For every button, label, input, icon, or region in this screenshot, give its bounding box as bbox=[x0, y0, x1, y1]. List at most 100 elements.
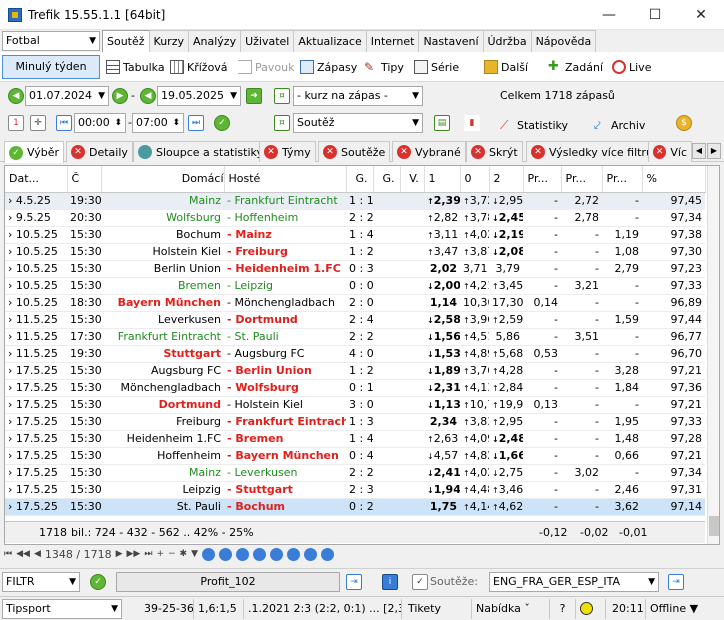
grid-vertical-scrollbar[interactable] bbox=[707, 166, 719, 544]
table-row[interactable]: › 17.5.25 15:30 St. Pauli - Bochum 0 : 2 1,75… bbox=[5, 498, 705, 516]
live-button[interactable]: Live bbox=[612, 57, 651, 77]
scrollbar-thumb[interactable] bbox=[709, 516, 719, 536]
row-expand-icon[interactable]: › bbox=[8, 381, 12, 394]
globe-icon[interactable] bbox=[304, 547, 317, 561]
table-row[interactable]: › 17.5.25 15:30 Dortmund - Holstein Kiel 3 :… bbox=[5, 396, 705, 414]
next-record-icon[interactable]: ▶ bbox=[116, 549, 123, 559]
filter-select[interactable]: FILTR ▼ bbox=[2, 572, 80, 592]
row-expand-icon[interactable]: › bbox=[8, 262, 12, 275]
odds-icon[interactable]: ¤ bbox=[274, 88, 290, 104]
col-goals[interactable]: G. bbox=[346, 166, 374, 193]
more-button[interactable]: Další bbox=[484, 57, 528, 77]
bracket-button[interactable]: Pavouk bbox=[238, 57, 294, 77]
tab-skryt[interactable]: ✕ Skrýt bbox=[466, 141, 523, 162]
last-record-icon[interactable]: ⏭ bbox=[144, 549, 152, 559]
competition-select[interactable]: Soutěž ▼ bbox=[293, 113, 423, 133]
competitions-load-icon[interactable]: ⇥ bbox=[668, 574, 684, 590]
add-record-icon[interactable]: + bbox=[156, 549, 164, 559]
tab-vice[interactable]: ✕ Víc bbox=[648, 141, 692, 162]
row-expand-icon[interactable]: › bbox=[8, 500, 12, 513]
checklist-icon[interactable] bbox=[287, 547, 300, 561]
move-icon[interactable] bbox=[219, 547, 232, 561]
calculator-icon[interactable] bbox=[270, 547, 283, 561]
close-button[interactable]: ✕ bbox=[678, 0, 724, 30]
row-expand-icon[interactable]: › bbox=[8, 364, 12, 377]
date-to-prev-button[interactable]: ◀ bbox=[140, 88, 156, 104]
table-row[interactable]: › 11.5.25 15:30 Leverkusen - Dortmund 2 : 4 ↓… bbox=[5, 311, 705, 329]
crosshair-icon[interactable]: ✛ bbox=[30, 115, 46, 131]
row-expand-icon[interactable]: › bbox=[8, 449, 12, 462]
help-icon[interactable] bbox=[321, 547, 334, 561]
skip-back-icon[interactable]: ⏮ bbox=[56, 115, 72, 131]
col-v[interactable]: V. bbox=[400, 166, 425, 193]
row-expand-icon[interactable]: › bbox=[8, 347, 12, 360]
date-to-field[interactable]: 19.05.2025 ▼ bbox=[157, 86, 241, 106]
first-record-icon[interactable]: ⏮ bbox=[4, 549, 12, 559]
tab-uzivatel[interactable]: Uživatel bbox=[240, 30, 295, 52]
table-row[interactable]: › 17.5.25 15:30 Leipzig - Stuttgart 2 : 3 ↓1,… bbox=[5, 481, 705, 499]
tabs-scroll-left[interactable]: ◀ bbox=[692, 143, 706, 159]
row-expand-icon[interactable]: › bbox=[8, 279, 12, 292]
bar-chart-icon[interactable]: ▮ bbox=[464, 115, 480, 131]
help-button[interactable]: ? bbox=[550, 599, 576, 619]
tab-souteze[interactable]: ✕ Soutěže bbox=[318, 141, 391, 162]
col-home[interactable]: Domácí bbox=[101, 166, 225, 193]
profile-load-icon[interactable]: ⇥ bbox=[346, 574, 362, 590]
competitions-select[interactable]: ENG_FRA_GER_ESP_ITA ▼ bbox=[489, 572, 659, 592]
confirm-time-icon[interactable]: ✓ bbox=[214, 115, 230, 131]
tips-button[interactable]: ✎ Tipy bbox=[364, 57, 404, 77]
minimize-button[interactable]: — bbox=[586, 0, 632, 30]
tab-tymy[interactable]: ✕ Týmy bbox=[259, 141, 316, 162]
date-from-field[interactable]: 01.07.2024 ▼ bbox=[25, 86, 109, 106]
profile-field[interactable]: Profit_102 bbox=[116, 572, 340, 592]
tab-vybrane[interactable]: ✕ Vybrané bbox=[392, 141, 466, 162]
col-number[interactable]: Č bbox=[67, 166, 102, 193]
table-row[interactable]: › 10.5.25 15:30 Berlin Union - Heidenheim 1… bbox=[5, 260, 705, 278]
table-button[interactable]: Tabulka bbox=[106, 57, 165, 77]
tab-kurzy[interactable]: Kurzy bbox=[148, 30, 189, 52]
row-expand-icon[interactable]: › bbox=[8, 398, 12, 411]
entry-button[interactable]: ✚ Zadání bbox=[548, 57, 603, 77]
row-expand-icon[interactable]: › bbox=[8, 483, 12, 496]
table-row[interactable]: › 10.5.25 18:30 Bayern München - Mönchengla… bbox=[5, 294, 705, 312]
table-row[interactable]: › 9.5.25 20:30 Wolfsburg - Hoffenheim 2 : 2 ↑… bbox=[5, 209, 705, 227]
table-row[interactable]: › 17.5.25 15:30 Augsburg FC - Berlin Union 1… bbox=[5, 362, 705, 380]
maximize-button[interactable]: ☐ bbox=[632, 0, 678, 30]
odds-filter-select[interactable]: - kurz na zápas - ▼ bbox=[293, 86, 423, 106]
row-expand-icon[interactable]: › bbox=[8, 415, 12, 428]
col-away[interactable]: Hosté bbox=[224, 166, 347, 193]
col-odds-2[interactable]: 2 bbox=[489, 166, 524, 193]
next-page-icon[interactable]: ▶▶ bbox=[126, 549, 140, 559]
table-row[interactable]: › 10.5.25 15:30 Holstein Kiel - Freiburg 1 :… bbox=[5, 243, 705, 261]
tab-udrzba[interactable]: Údržba bbox=[482, 30, 532, 52]
table-row[interactable]: › 10.5.25 15:30 Bremen - Leipzig 0 : 0 ↓2,00 ↑… bbox=[5, 277, 705, 295]
row-expand-icon[interactable]: › bbox=[8, 432, 12, 445]
tabs-scroll-right[interactable]: ▶ bbox=[707, 143, 721, 159]
row-expand-icon[interactable]: › bbox=[8, 330, 12, 343]
table-row[interactable]: › 11.5.25 19:30 Stuttgart - Augsburg FC 4 : … bbox=[5, 345, 705, 363]
row-expand-icon[interactable]: › bbox=[8, 245, 12, 258]
tab-aktualizace[interactable]: Aktualizace bbox=[293, 30, 367, 52]
row-expand-icon[interactable]: › bbox=[8, 228, 12, 241]
tab-analyzy[interactable]: Analýzy bbox=[188, 30, 242, 52]
table-row[interactable]: › 11.5.25 17:30 Frankfurt Eintracht - St. P… bbox=[5, 328, 705, 346]
settings-icon[interactable] bbox=[253, 547, 266, 561]
date-prev-button[interactable]: ◀ bbox=[8, 88, 24, 104]
prev-page-icon[interactable]: ◀◀ bbox=[16, 549, 30, 559]
col-odds-1[interactable]: 1 bbox=[424, 166, 461, 193]
date-next-button[interactable]: ▶ bbox=[112, 88, 128, 104]
tab-vyber[interactable]: ✓ Výběr bbox=[4, 141, 65, 163]
table-row[interactable]: › 17.5.25 15:30 Hoffenheim - Bayern München… bbox=[5, 447, 705, 465]
tab-napoveda[interactable]: Nápověda bbox=[530, 30, 597, 52]
archive-button[interactable]: ⤦ Archiv bbox=[594, 115, 645, 135]
table-row[interactable]: › 4.5.25 19:30 Mainz - Frankfurt Eintracht 1… bbox=[5, 192, 705, 210]
tab-vysledky[interactable]: ✕ Výsledky více filtrů bbox=[526, 141, 658, 162]
col-date[interactable]: Dat... bbox=[5, 166, 68, 193]
tab-nastaveni[interactable]: Nastavení bbox=[418, 30, 484, 52]
competition-icon[interactable]: ¤ bbox=[274, 115, 290, 131]
col-profit-1[interactable]: Pr... bbox=[523, 166, 562, 193]
offer-button[interactable]: Nabídka ˇ bbox=[472, 599, 550, 619]
coins-icon[interactable]: $ bbox=[676, 115, 692, 131]
col-goals-2[interactable]: G. bbox=[373, 166, 401, 193]
tab-soutez[interactable]: Soutěž bbox=[102, 30, 150, 53]
